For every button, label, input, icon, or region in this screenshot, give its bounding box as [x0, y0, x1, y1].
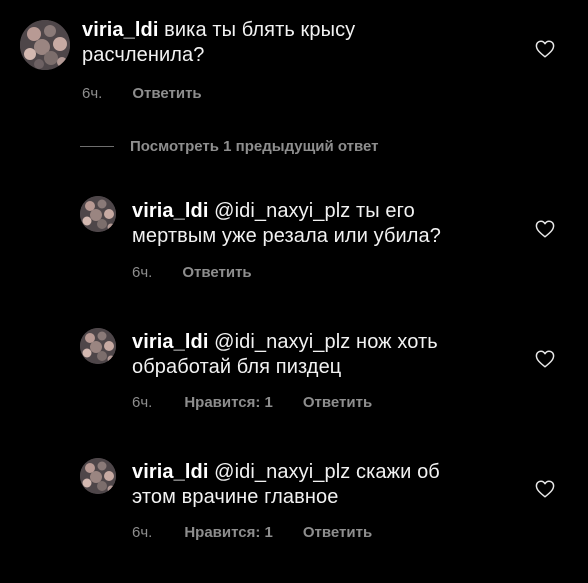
avatar[interactable]: [80, 328, 116, 364]
reply-body-line2: обработай бля пиздец: [132, 356, 342, 378]
reply-text: viria_ldi @idi_naxyi_plz ты его мертвым …: [132, 199, 522, 249]
reply-username[interactable]: viria_ldi: [132, 200, 209, 222]
reply-button[interactable]: Ответить: [182, 264, 251, 281]
comment-time: 6ч.: [82, 85, 103, 102]
reply-time: 6ч.: [132, 394, 153, 411]
reply: viria_ldi @idi_naxyi_plz ты его мертвым …: [0, 190, 588, 290]
view-previous-replies[interactable]: Посмотреть 1 предыдущий ответ: [80, 138, 379, 155]
reply-time: 6ч.: [132, 524, 153, 541]
heart-outline-icon[interactable]: [535, 350, 555, 368]
reply-username[interactable]: viria_ldi: [132, 461, 209, 483]
likes-count[interactable]: Нравится: 1: [184, 524, 273, 541]
reply-button[interactable]: Ответить: [303, 524, 372, 541]
view-previous-label: Посмотреть 1 предыдущий ответ: [130, 138, 379, 155]
reply-meta: 6ч. Нравится: 1 Ответить: [132, 524, 372, 541]
reply-button[interactable]: Ответить: [132, 85, 201, 102]
reply-meta: 6ч. Ответить: [132, 264, 252, 281]
reply-body-line2: этом врачине главное: [132, 486, 339, 508]
avatar[interactable]: [80, 196, 116, 232]
reply: viria_ldi @idi_naxyi_plz скажи об этом в…: [0, 452, 588, 552]
avatar[interactable]: [80, 458, 116, 494]
comment-meta: 6ч. Ответить: [82, 85, 202, 102]
likes-count[interactable]: Нравится: 1: [184, 394, 273, 411]
heart-outline-icon[interactable]: [535, 40, 555, 58]
comment: viria_ldi вика ты блять крысу расчленила…: [0, 0, 588, 110]
reply-body-line2: мертвым уже резала или убила?: [132, 225, 441, 247]
reply-time: 6ч.: [132, 264, 153, 281]
reply-text: viria_ldi @idi_naxyi_plz нож хоть обрабо…: [132, 330, 522, 380]
reply-meta: 6ч. Нравится: 1 Ответить: [132, 394, 372, 411]
comment-body-line2: расчленила?: [82, 44, 205, 66]
comment-text: viria_ldi вика ты блять крысу расчленила…: [82, 18, 522, 68]
comment-username[interactable]: viria_ldi: [82, 19, 159, 41]
reply-username[interactable]: viria_ldi: [132, 331, 209, 353]
reply-button[interactable]: Ответить: [303, 394, 372, 411]
reply: viria_ldi @idi_naxyi_plz нож хоть обрабо…: [0, 322, 588, 422]
reply-body: @idi_naxyi_plz скажи об: [214, 461, 440, 483]
divider-line: [80, 146, 114, 147]
heart-outline-icon[interactable]: [535, 220, 555, 238]
reply-body: @idi_naxyi_plz нож хоть: [214, 331, 438, 353]
reply-text: viria_ldi @idi_naxyi_plz скажи об этом в…: [132, 460, 522, 510]
comment-body: вика ты блять крысу: [164, 19, 356, 41]
reply-body: @idi_naxyi_plz ты его: [214, 200, 415, 222]
heart-outline-icon[interactable]: [535, 480, 555, 498]
avatar[interactable]: [20, 20, 70, 70]
